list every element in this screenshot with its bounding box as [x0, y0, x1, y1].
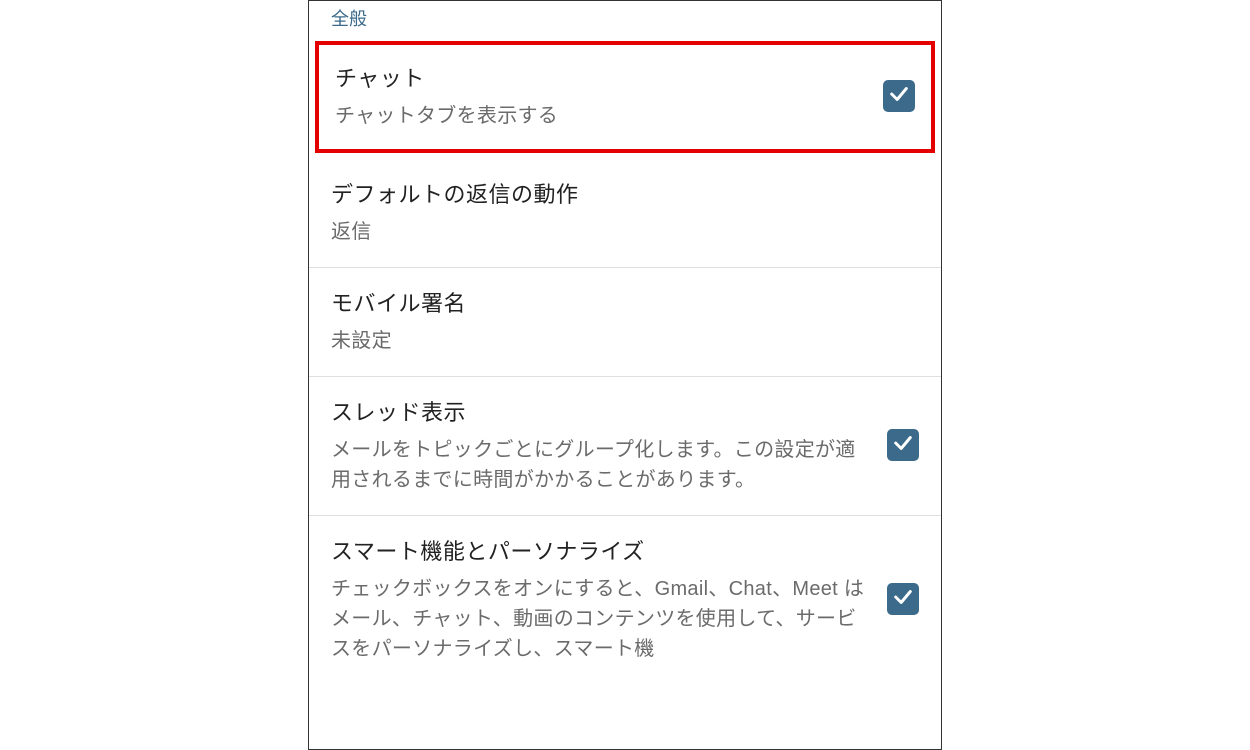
- setting-title: チャット: [335, 61, 868, 93]
- checkbox-chat[interactable]: [883, 80, 915, 112]
- check-icon: [892, 586, 914, 613]
- check-icon: [892, 432, 914, 459]
- setting-item-mobile-signature[interactable]: モバイル署名 未設定: [309, 268, 941, 377]
- setting-text: スレッド表示 メールをトピックごとにグループ化します。この設定が適用されるまでに…: [331, 395, 887, 495]
- check-icon: [888, 83, 910, 110]
- settings-panel: 全般 チャット チャットタブを表示する デフォルトの返信の動作 返信 モバイル署…: [308, 0, 942, 750]
- checkbox-smart-features[interactable]: [887, 583, 919, 615]
- setting-text: デフォルトの返信の動作 返信: [331, 177, 919, 247]
- setting-text: モバイル署名 未設定: [331, 286, 919, 356]
- setting-item-chat[interactable]: チャット チャットタブを表示する: [315, 41, 935, 153]
- setting-title: デフォルトの返信の動作: [331, 177, 904, 209]
- setting-desc: メールをトピックごとにグループ化します。この設定が適用されるまでに時間がかかるこ…: [331, 435, 872, 495]
- setting-title: モバイル署名: [331, 286, 904, 318]
- setting-item-thread-view[interactable]: スレッド表示 メールをトピックごとにグループ化します。この設定が適用されるまでに…: [309, 377, 941, 516]
- setting-text: チャット チャットタブを表示する: [335, 61, 883, 131]
- setting-title: スマート機能とパーソナライズ: [331, 534, 872, 566]
- setting-desc: チャットタブを表示する: [335, 101, 868, 131]
- setting-desc: 返信: [331, 217, 904, 247]
- setting-title: スレッド表示: [331, 395, 872, 427]
- section-header-general: 全般: [309, 1, 941, 37]
- setting-desc: 未設定: [331, 326, 904, 356]
- setting-item-smart-features[interactable]: スマート機能とパーソナライズ チェックボックスをオンにすると、Gmail、Cha…: [309, 516, 941, 684]
- setting-item-default-reply[interactable]: デフォルトの返信の動作 返信: [309, 159, 941, 268]
- setting-desc: チェックボックスをオンにすると、Gmail、Chat、Meet はメール、チャッ…: [331, 574, 872, 664]
- setting-text: スマート機能とパーソナライズ チェックボックスをオンにすると、Gmail、Cha…: [331, 534, 887, 664]
- checkbox-thread-view[interactable]: [887, 429, 919, 461]
